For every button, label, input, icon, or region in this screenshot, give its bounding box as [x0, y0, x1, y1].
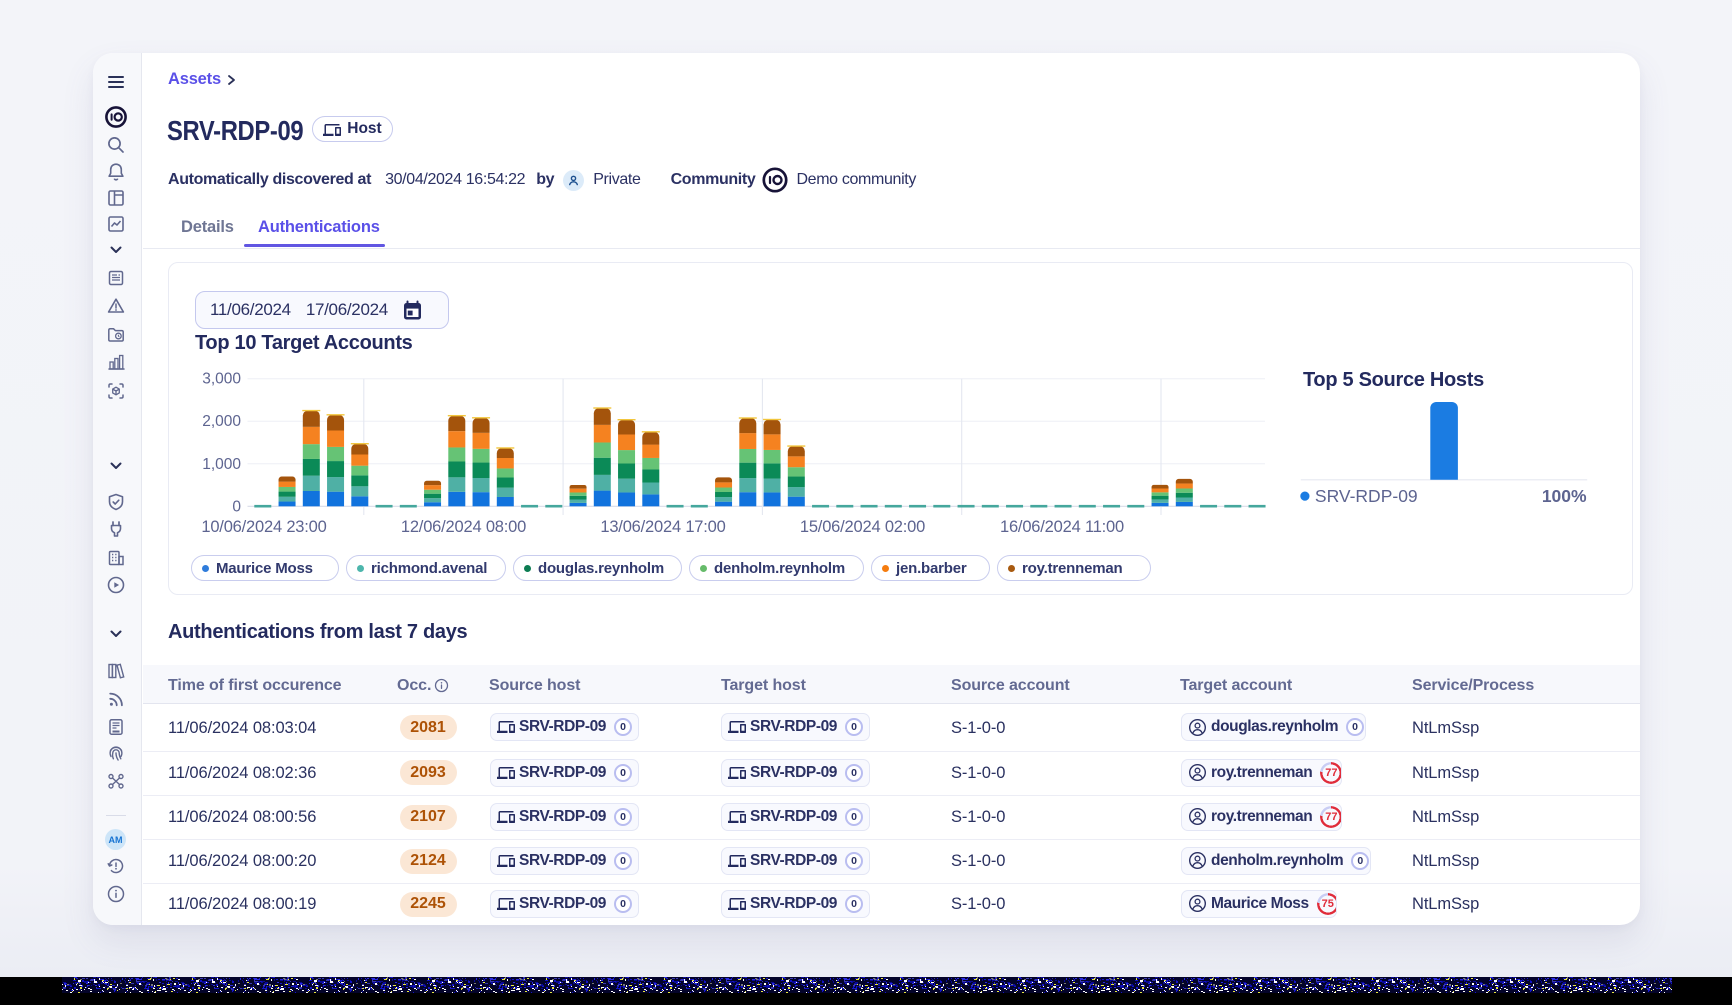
- svg-text:13/06/2024 17:00: 13/06/2024 17:00: [600, 518, 725, 536]
- svg-text:0: 0: [232, 498, 241, 515]
- svg-text:2,000: 2,000: [202, 413, 241, 430]
- svg-text:15/06/2024 02:00: 15/06/2024 02:00: [800, 518, 925, 536]
- svg-text:10/06/2024 23:00: 10/06/2024 23:00: [201, 518, 326, 536]
- svg-text:Top 5 Source Hosts: Top 5 Source Hosts: [1303, 369, 1484, 391]
- svg-text:16/06/2024 11:00: 16/06/2024 11:00: [1000, 518, 1124, 536]
- svg-text:SRV-RDP-09: SRV-RDP-09: [1315, 486, 1418, 506]
- svg-text:1,000: 1,000: [202, 456, 241, 473]
- svg-text:3,000: 3,000: [202, 371, 241, 388]
- svg-text:100%: 100%: [1542, 486, 1587, 506]
- svg-text:12/06/2024 08:00: 12/06/2024 08:00: [401, 518, 526, 536]
